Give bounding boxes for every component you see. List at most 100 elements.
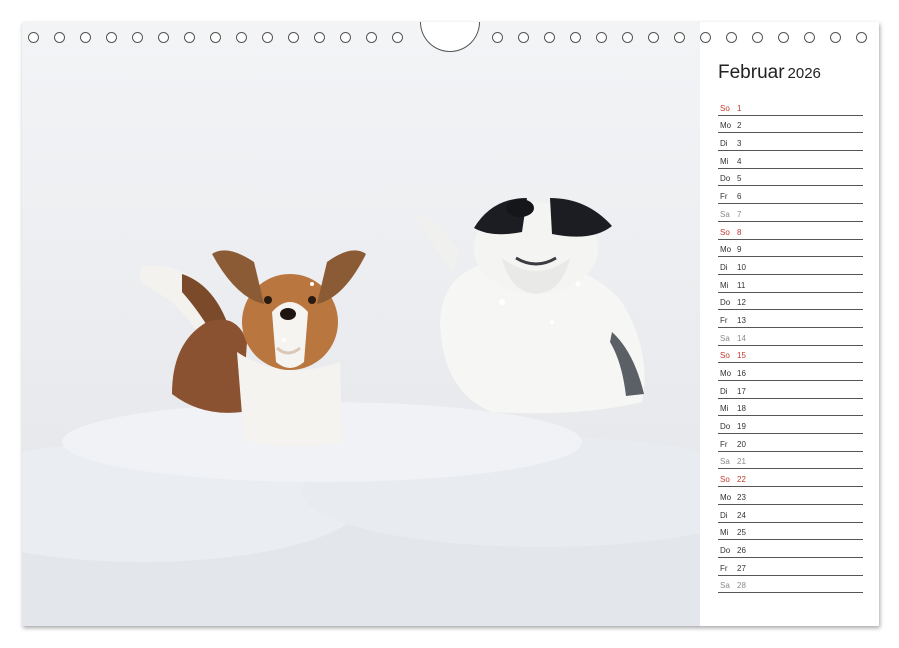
day-weekday: Do <box>720 545 731 555</box>
binding-ring-icon <box>262 32 273 43</box>
binding-ring-icon <box>288 32 299 43</box>
day-number: 16 <box>737 369 746 378</box>
day-list: So 1 Mo 2 Di 3 Mi 4 Do 5 Fr 6 Sa 7 So 8 Mo 9 Di 10 Mi 11 Do 12 F… <box>718 98 863 594</box>
day-number: 20 <box>737 439 746 449</box>
binding-ring-icon <box>106 32 117 43</box>
binding-ring-icon <box>54 32 65 43</box>
day-weekday: Di <box>720 139 728 149</box>
day-weekday: Mo <box>720 369 732 378</box>
day-number: 2 <box>737 121 742 131</box>
binding-ring-icon <box>392 32 403 43</box>
day-number: 10 <box>737 262 746 272</box>
binding-ring-icon <box>184 32 195 43</box>
day-weekday: Mi <box>720 156 729 166</box>
day-weekday: Mo <box>720 492 732 502</box>
day-number: 22 <box>737 475 746 485</box>
day-weekday: Do <box>720 174 731 184</box>
day-weekday: Di <box>720 510 728 520</box>
day-row: So 15 <box>718 346 863 364</box>
month-year: 2026 <box>787 65 821 82</box>
day-weekday: Do <box>720 298 731 308</box>
day-weekday: Sa <box>720 209 730 219</box>
day-number: 3 <box>737 139 742 149</box>
day-number: 28 <box>737 581 746 591</box>
binding-ring-icon <box>80 32 91 43</box>
day-weekday: So <box>720 351 730 361</box>
day-number: 8 <box>737 227 742 237</box>
day-row: Di 17 <box>718 381 863 399</box>
day-row: Do 12 <box>718 293 863 311</box>
day-number: 5 <box>737 174 742 184</box>
day-weekday: Sa <box>720 333 730 343</box>
day-weekday: Do <box>720 422 731 432</box>
binding-ring-icon <box>492 32 503 43</box>
day-number: 18 <box>737 404 746 414</box>
binding-ring-icon <box>752 32 763 43</box>
spiral-binding <box>22 22 879 52</box>
day-row: Sa 28 <box>718 576 863 594</box>
day-row: Di 10 <box>718 257 863 275</box>
day-number: 1 <box>737 103 742 113</box>
day-weekday: Mo <box>720 121 732 131</box>
dogs-in-snow-photo <box>22 22 700 626</box>
binding-ring-icon <box>778 32 789 43</box>
binding-ring-icon <box>856 32 867 43</box>
binding-ring-icon <box>366 32 377 43</box>
day-row: Di 24 <box>718 505 863 523</box>
day-row: So 8 <box>718 222 863 240</box>
binding-ring-icon <box>158 32 169 43</box>
day-number: 9 <box>737 245 742 255</box>
day-row: Fr 13 <box>718 310 863 328</box>
day-number: 6 <box>737 192 742 202</box>
binding-ring-icon <box>314 32 325 43</box>
day-number: 15 <box>737 351 746 361</box>
day-weekday: Di <box>720 386 728 396</box>
day-row: Do 5 <box>718 169 863 187</box>
calendar-column: Februar 2026 So 1 Mo 2 Di 3 Mi 4 Do 5 Fr 6 Sa 7 So 8 Mo 9 D… <box>718 60 863 594</box>
day-weekday: Fr <box>720 439 728 449</box>
calendar-page: Februar 2026 So 1 Mo 2 Di 3 Mi 4 Do 5 Fr 6 Sa 7 So 8 Mo 9 D… <box>22 22 879 626</box>
day-number: 19 <box>737 422 746 432</box>
day-row: So 22 <box>718 469 863 488</box>
day-weekday: Fr <box>720 315 728 325</box>
day-weekday: Fr <box>720 563 728 573</box>
day-weekday: So <box>720 103 730 113</box>
binding-ring-icon <box>726 32 737 43</box>
day-row: Do 19 <box>718 416 863 435</box>
day-number: 11 <box>737 280 746 290</box>
day-number: 14 <box>737 333 746 343</box>
day-weekday: Sa <box>720 457 730 467</box>
day-number: 26 <box>737 545 746 555</box>
binding-ring-icon <box>518 32 529 43</box>
binding-ring-icon <box>648 32 659 43</box>
day-weekday: Mi <box>720 528 729 538</box>
day-row: Mo 9 <box>718 240 863 258</box>
binding-ring-icon <box>28 32 39 43</box>
day-row: Mi 18 <box>718 399 863 417</box>
binding-ring-icon <box>570 32 581 43</box>
binding-ring-icon <box>700 32 711 43</box>
day-row: Fr 6 <box>718 186 863 205</box>
photo-illustration <box>22 198 700 626</box>
day-row: So 1 <box>718 98 863 116</box>
month-name: Februar <box>718 62 785 83</box>
day-weekday: So <box>720 475 730 485</box>
day-weekday: Mi <box>720 404 729 414</box>
day-row: Fr 20 <box>718 434 863 452</box>
binding-ring-icon <box>210 32 221 43</box>
day-weekday: Di <box>720 262 728 272</box>
day-row: Mo 2 <box>718 116 863 134</box>
day-row: Do 26 <box>718 540 863 558</box>
day-row: Mi 25 <box>718 523 863 541</box>
day-row: Di 3 <box>718 133 863 152</box>
day-row: Sa 14 <box>718 328 863 346</box>
day-number: 12 <box>737 298 746 308</box>
day-weekday: Fr <box>720 192 728 202</box>
day-row: Mi 4 <box>718 151 863 169</box>
binding-ring-icon <box>674 32 685 43</box>
day-number: 7 <box>737 209 742 219</box>
binding-ring-icon <box>132 32 143 43</box>
day-number: 13 <box>737 315 746 325</box>
day-weekday: So <box>720 227 730 237</box>
day-number: 25 <box>737 528 746 538</box>
